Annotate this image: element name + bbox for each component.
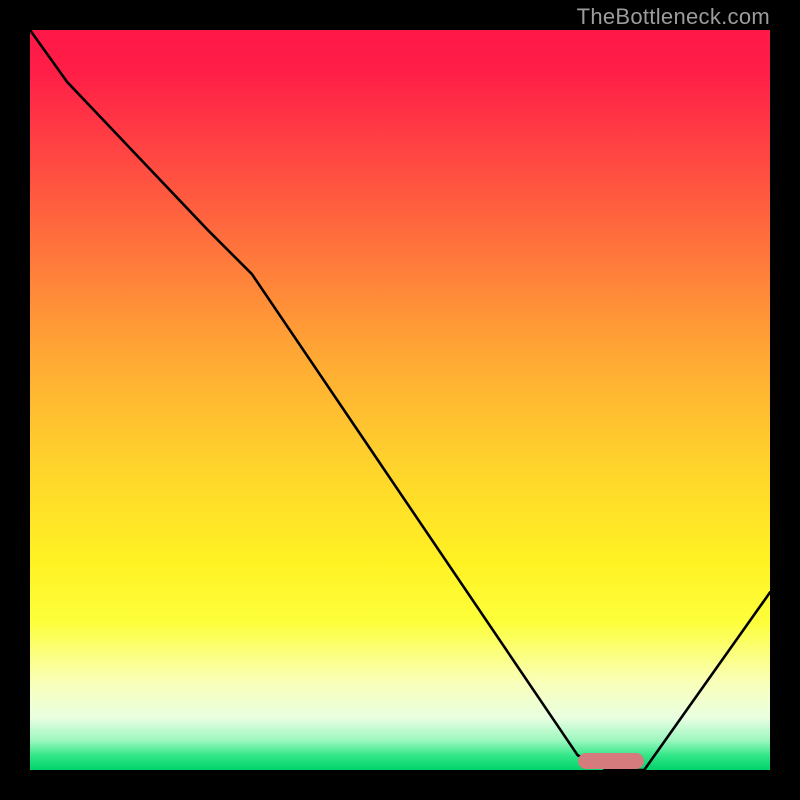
plot-area bbox=[30, 30, 770, 770]
chart-frame: TheBottleneck.com bbox=[0, 0, 800, 800]
curve-svg bbox=[30, 30, 770, 770]
curve-path bbox=[30, 30, 770, 770]
watermark-text: TheBottleneck.com bbox=[577, 4, 770, 30]
optimum-marker bbox=[578, 753, 645, 769]
